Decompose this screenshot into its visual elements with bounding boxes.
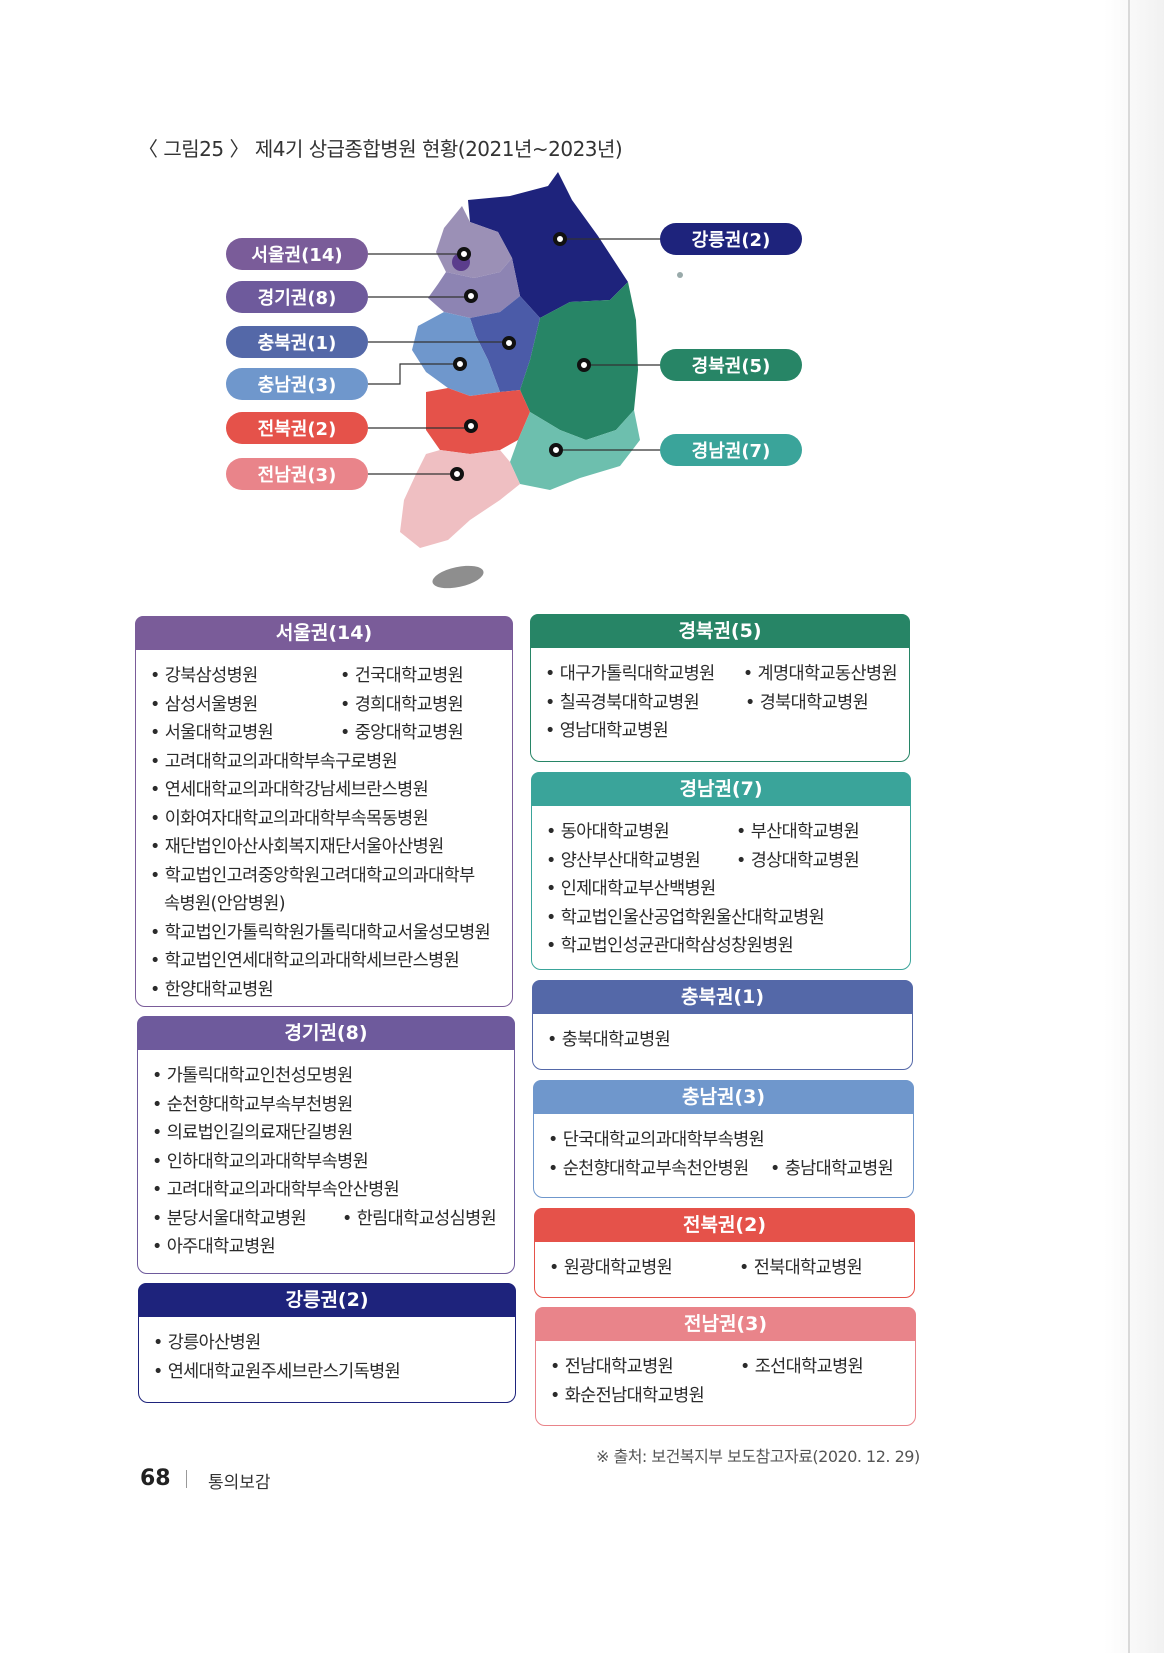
svg-text:충남권(3): 충남권(3) (258, 375, 337, 396)
seoul-box-title: 서울권(14) (135, 616, 513, 650)
region-jeju (432, 565, 484, 589)
list-item: 건국대학교병원 (340, 662, 464, 691)
list-item: 양산부산대학교병원 (546, 847, 736, 876)
list-item: 전남대학교병원 (550, 1353, 740, 1382)
map-label-gangneung: 강릉권(2) (660, 223, 802, 255)
map-label-gyeonggi: 경기권(8) (226, 281, 368, 313)
map-label-gyeongnam: 경남권(7) (660, 434, 802, 466)
list-item: 영남대학교병원 (545, 717, 897, 746)
list-item: 조선대학교병원 (740, 1353, 864, 1382)
list-item: 아주대학교병원 (152, 1233, 502, 1262)
page-number: 68 (140, 1466, 171, 1491)
jeonbuk-box: 전북권(2) 원광대학교병원전북대학교병원 (534, 1208, 915, 1298)
map-label-gyeongbuk: 경북권(5) (660, 349, 802, 381)
list-item: 학교법인성균관대학삼성창원병원 (546, 932, 898, 961)
list-item: 단국대학교의과대학부속병원 (548, 1126, 901, 1155)
list-item: 경상대학교병원 (736, 847, 860, 876)
gyeonggi-box-title: 경기권(8) (137, 1016, 515, 1050)
source-note: ※ 출처: 보건복지부 보도참고자료(2020. 12. 29) (596, 1447, 920, 1466)
svg-text:경남권(7): 경남권(7) (692, 441, 771, 462)
seoul-box: 서울권(14) 강북삼성병원건국대학교병원 삼성서울병원경희대학교병원 서울대학… (135, 616, 513, 1007)
list-item: 한림대학교성심병원 (342, 1205, 497, 1234)
list-item: 고려대학교의과대학부속구로병원 (150, 748, 500, 777)
list-item: 학교법인고려중앙학원고려대학교의과대학부 (150, 862, 500, 891)
footer-divider (186, 1470, 187, 1488)
list-item: 인하대학교의과대학부속병원 (152, 1148, 502, 1177)
list-item: 순천향대학교부속부천병원 (152, 1091, 502, 1120)
gyeonggi-box: 경기권(8) 가톨릭대학교인천성모병원 순천향대학교부속부천병원 의료법인길의료… (137, 1016, 515, 1274)
list-item: 동아대학교병원 (546, 818, 736, 847)
list-item: 중앙대학교병원 (340, 719, 464, 748)
list-item: 재단법인아산사회복지재단서울아산병원 (150, 833, 500, 862)
list-item: 의료법인길의료재단길병원 (152, 1119, 502, 1148)
gangneung-box: 강릉권(2) 강릉아산병원 연세대학교원주세브란스기독병원 (138, 1283, 516, 1403)
list-item: 학교법인울산공업학원울산대학교병원 (546, 904, 898, 933)
list-item: 학교법인가톨릭학원가톨릭대학교서울성모병원 (150, 919, 500, 948)
chungnam-box: 충남권(3) 단국대학교의과대학부속병원 순천향대학교부속천안병원충남대학교병원 (533, 1080, 914, 1198)
list-item: 삼성서울병원 (150, 691, 340, 720)
list-item: 충남대학교병원 (770, 1155, 894, 1184)
map-label-jeonbuk: 전북권(2) (226, 412, 368, 444)
jeonnam-box-title: 전남권(3) (535, 1307, 916, 1341)
list-item: 원광대학교병원 (549, 1254, 739, 1283)
svg-text:전북권(2): 전북권(2) (258, 419, 337, 440)
region-jeonnam (400, 450, 520, 548)
list-item: 칠곡경북대학교병원 (545, 689, 745, 718)
page-edge-shadow (1104, 0, 1164, 1653)
list-item: 가톨릭대학교인천성모병원 (152, 1062, 502, 1091)
list-item: 전북대학교병원 (739, 1254, 863, 1283)
list-item: 순천향대학교부속천안병원 (548, 1155, 770, 1184)
list-item-continuation: 속병원(안암병원) (164, 894, 286, 914)
region-jeonbuk (426, 388, 530, 454)
list-item: 분당서울대학교병원 (152, 1205, 342, 1234)
list-item: 연세대학교의과대학강남세브란스병원 (150, 776, 500, 805)
svg-text:강릉권(2): 강릉권(2) (692, 230, 771, 251)
list-item: 화순전남대학교병원 (550, 1382, 903, 1411)
map-label-chungbuk: 충북권(1) (226, 326, 368, 358)
jeonnam-box: 전남권(3) 전남대학교병원조선대학교병원 화순전남대학교병원 (535, 1307, 916, 1426)
gyeongnam-box: 경남권(7) 동아대학교병원부산대학교병원 양산부산대학교병원경상대학교병원 인… (531, 772, 911, 970)
list-item: 경북대학교병원 (745, 689, 869, 718)
list-item: 강릉아산병원 (153, 1329, 503, 1358)
list-item: 강북삼성병원 (150, 662, 340, 691)
map-label-seoul: 서울권(14) (226, 238, 368, 270)
list-item: 계명대학교동산병원 (743, 660, 898, 689)
svg-text:서울권(14): 서울권(14) (251, 245, 342, 266)
gyeongbuk-box: 경북권(5) 대구가톨릭대학교병원계명대학교동산병원 칠곡경북대학교병원경북대학… (530, 614, 910, 762)
figure-caption: 〈 그림25 〉 제4기 상급종합병원 현황(2021년~2023년) (138, 137, 623, 161)
list-item: 고려대학교의과대학부속안산병원 (152, 1176, 502, 1205)
chungbuk-box: 충북권(1) 충북대학교병원 (532, 980, 913, 1070)
jeonbuk-box-title: 전북권(2) (534, 1208, 915, 1242)
list-item: 학교법인연세대학교의과대학세브란스병원 (150, 947, 500, 976)
list-item: 대구가톨릭대학교병원 (545, 660, 743, 689)
list-item: 부산대학교병원 (736, 818, 860, 847)
korea-region-map: 서울권(14) 경기권(8) 충북권(1) 충남권(3) 전북권(2) 전남권(… (226, 172, 802, 589)
gangneung-box-title: 강릉권(2) (138, 1283, 516, 1317)
chungbuk-box-title: 충북권(1) (532, 980, 913, 1014)
list-item: 충북대학교병원 (547, 1026, 900, 1055)
chungnam-box-title: 충남권(3) (533, 1080, 914, 1114)
svg-text:전남권(3): 전남권(3) (258, 465, 337, 486)
list-item: 한양대학교병원 (150, 976, 500, 1005)
svg-text:경북권(5): 경북권(5) (692, 356, 771, 377)
list-item: 이화여자대학교의과대학부속목동병원 (150, 805, 500, 834)
gyeongnam-box-title: 경남권(7) (531, 772, 911, 806)
map-label-chungnam: 충남권(3) (226, 368, 368, 400)
map-label-jeonnam: 전남권(3) (226, 458, 368, 490)
page-binding-line (1128, 0, 1130, 1653)
book-title: 통의보감 (208, 1473, 271, 1493)
svg-text:경기권(8): 경기권(8) (258, 288, 337, 309)
list-item: 연세대학교원주세브란스기독병원 (153, 1358, 503, 1387)
gyeongbuk-box-title: 경북권(5) (530, 614, 910, 648)
list-item: 인제대학교부산백병원 (546, 875, 898, 904)
svg-text:충북권(1): 충북권(1) (258, 333, 337, 354)
list-item: 서울대학교병원 (150, 719, 340, 748)
list-item: 경희대학교병원 (340, 691, 464, 720)
